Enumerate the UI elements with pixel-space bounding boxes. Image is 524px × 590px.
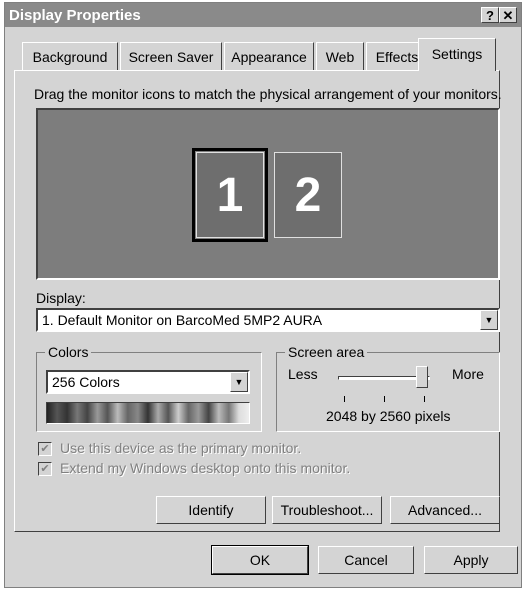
slider-tick xyxy=(384,396,385,402)
close-button[interactable]: ✕ xyxy=(499,7,517,23)
apply-button[interactable]: Apply xyxy=(424,546,518,574)
tab-settings[interactable]: Settings xyxy=(418,38,496,71)
monitor-2-icon[interactable]: 2 xyxy=(274,152,342,238)
resolution-slider-thumb[interactable] xyxy=(416,366,428,388)
more-label: More xyxy=(452,366,484,382)
colors-group-title: Colors xyxy=(45,344,92,360)
chevron-down-icon[interactable]: ▼ xyxy=(480,310,498,330)
colors-select[interactable]: 256 Colors ▼ xyxy=(46,370,250,394)
display-label: Display: xyxy=(36,290,86,306)
cancel-button[interactable]: Cancel xyxy=(318,546,414,574)
chevron-down-icon[interactable]: ▼ xyxy=(230,372,248,392)
ok-button[interactable]: OK xyxy=(211,545,309,575)
primary-monitor-label: Use this device as the primary monitor. xyxy=(60,440,302,456)
less-label: Less xyxy=(288,366,318,382)
slider-tick xyxy=(344,396,345,402)
help-button[interactable]: ? xyxy=(481,7,499,23)
screen-area-title: Screen area xyxy=(285,344,368,360)
tab-web[interactable]: Web xyxy=(316,42,364,70)
monitor-1-icon[interactable]: 1 xyxy=(192,148,268,242)
extend-desktop-checkbox[interactable]: ✔ xyxy=(38,462,52,476)
slider-tick xyxy=(424,396,425,402)
identify-button[interactable]: Identify xyxy=(156,496,266,524)
display-select-value: 1. Default Monitor on BarcoMed 5MP2 AURA xyxy=(42,312,323,328)
tab-background[interactable]: Background xyxy=(22,42,118,70)
monitor-arrangement-area[interactable]: 1 2 xyxy=(36,108,500,280)
title-bar[interactable]: Display Properties ? ✕ xyxy=(5,3,521,27)
colors-select-value: 256 Colors xyxy=(52,374,120,390)
primary-monitor-checkbox[interactable]: ✔ xyxy=(38,442,52,456)
display-select[interactable]: 1. Default Monitor on BarcoMed 5MP2 AURA… xyxy=(36,308,500,332)
resolution-text: 2048 by 2560 pixels xyxy=(326,408,451,424)
tab-appearance[interactable]: Appearance xyxy=(224,42,314,70)
tab-screen-saver[interactable]: Screen Saver xyxy=(120,42,222,70)
instruction-text: Drag the monitor icons to match the phys… xyxy=(34,86,502,102)
troubleshoot-button[interactable]: Troubleshoot... xyxy=(272,496,382,524)
extend-desktop-label: Extend my Windows desktop onto this moni… xyxy=(60,460,351,476)
color-palette-preview xyxy=(46,402,250,424)
advanced-button[interactable]: Advanced... xyxy=(390,496,500,524)
window-title: Display Properties xyxy=(9,7,141,24)
